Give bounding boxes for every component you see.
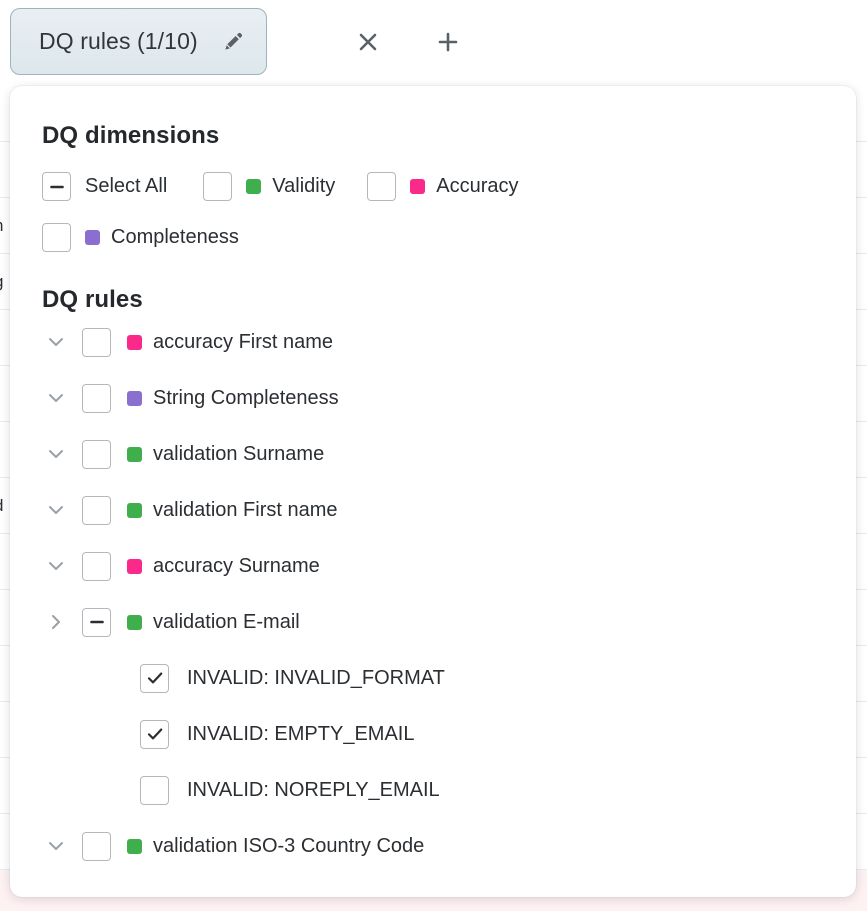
- rule-label: validation Surname: [153, 443, 324, 466]
- rule-expand-toggle[interactable]: [42, 835, 70, 857]
- chevron-down-icon: [45, 443, 67, 465]
- chevron-down-icon: [45, 499, 67, 521]
- rule-checkbox[interactable]: [82, 384, 111, 413]
- rule-label: accuracy First name: [153, 331, 333, 354]
- plus-icon: [436, 30, 460, 54]
- chevron-down-icon: [45, 835, 67, 857]
- rule-checkbox[interactable]: [82, 328, 111, 357]
- dimension-completeness[interactable]: Completeness: [42, 223, 239, 252]
- dimension-color-swatch: [246, 179, 261, 194]
- dimension-label: Completeness: [111, 226, 239, 249]
- rule-expand-toggle[interactable]: [42, 611, 70, 633]
- dq-filter-popover: DQ dimensions Select All Validity Accuracy…: [10, 86, 856, 897]
- rule-expand-toggle[interactable]: [42, 387, 70, 409]
- rule-color-swatch: [127, 503, 142, 518]
- dimension-label: Accuracy: [436, 175, 518, 198]
- check-icon: [145, 668, 165, 688]
- app-root: RRnNg3RSJdS/ DQ rules (1/10): [0, 0, 867, 911]
- dq-dimensions-title: DQ dimensions: [42, 122, 824, 150]
- rule-expand-toggle[interactable]: [42, 331, 70, 353]
- rule-color-swatch: [127, 335, 142, 350]
- dimension-checkbox[interactable]: [42, 172, 71, 201]
- dimension-checkbox[interactable]: [42, 223, 71, 252]
- dash-icon: [47, 177, 67, 197]
- rule-expand-toggle[interactable]: [42, 499, 70, 521]
- rule-row-validation-e-mail[interactable]: validation E-mail: [42, 594, 824, 650]
- rule-color-swatch: [127, 391, 142, 406]
- rule-child-row-invalid-noreply-email[interactable]: INVALID: NOREPLY_EMAIL: [42, 762, 824, 818]
- dq-dimension-row: Completeness: [42, 223, 824, 252]
- rule-child-label: INVALID: INVALID_FORMAT: [187, 667, 445, 690]
- rule-label: validation First name: [153, 499, 338, 522]
- rule-checkbox[interactable]: [82, 496, 111, 525]
- rule-label: validation ISO-3 Country Code: [153, 835, 424, 858]
- rule-child-label: INVALID: NOREPLY_EMAIL: [187, 779, 440, 802]
- chevron-down-icon: [45, 555, 67, 577]
- rule-color-swatch: [127, 839, 142, 854]
- dimension-checkbox[interactable]: [367, 172, 396, 201]
- close-icon: [357, 31, 379, 53]
- rule-child-row-invalid-invalid-format[interactable]: INVALID: INVALID_FORMAT: [42, 650, 824, 706]
- rule-checkbox[interactable]: [82, 608, 111, 637]
- chevron-down-icon: [45, 387, 67, 409]
- check-icon: [145, 724, 165, 744]
- rule-checkbox[interactable]: [82, 832, 111, 861]
- rule-label: validation E-mail: [153, 611, 300, 634]
- pencil-icon[interactable]: [218, 27, 248, 57]
- rule-row-validation-iso-3-country-code[interactable]: validation ISO-3 Country Code: [42, 818, 824, 874]
- rule-row-accuracy-surname[interactable]: accuracy Surname: [42, 538, 824, 594]
- chevron-right-icon: [45, 611, 67, 633]
- dimension-select-all[interactable]: Select All: [42, 172, 167, 201]
- rule-child-label: INVALID: EMPTY_EMAIL: [187, 723, 414, 746]
- tab-dq-rules[interactable]: DQ rules (1/10): [10, 8, 267, 75]
- dq-rules-list: accuracy First name String Completeness va…: [42, 314, 824, 874]
- tab-strip: DQ rules (1/10): [0, 0, 867, 86]
- rule-row-validation-first-name[interactable]: validation First name: [42, 482, 824, 538]
- dash-icon: [87, 612, 107, 632]
- rule-child-row-invalid-empty-email[interactable]: INVALID: EMPTY_EMAIL: [42, 706, 824, 762]
- rule-child-checkbox[interactable]: [140, 776, 169, 805]
- dq-dimensions-group: Select All Validity Accuracy Completeness: [42, 172, 824, 252]
- dimension-label: Validity: [272, 175, 335, 198]
- rule-checkbox[interactable]: [82, 552, 111, 581]
- tab-label: DQ rules (1/10): [39, 28, 198, 55]
- dq-dimension-row: Select All Validity Accuracy: [42, 172, 824, 201]
- dimension-validity[interactable]: Validity: [203, 172, 335, 201]
- add-tab-button[interactable]: [428, 22, 468, 62]
- dimension-color-swatch: [85, 230, 100, 245]
- rule-child-checkbox[interactable]: [140, 664, 169, 693]
- rule-label: accuracy Surname: [153, 555, 320, 578]
- rule-color-swatch: [127, 559, 142, 574]
- rule-row-validation-surname[interactable]: validation Surname: [42, 426, 824, 482]
- rule-label: String Completeness: [153, 387, 339, 410]
- rule-row-accuracy-first-name[interactable]: accuracy First name: [42, 314, 824, 370]
- dimension-color-swatch: [410, 179, 425, 194]
- rule-expand-toggle[interactable]: [42, 443, 70, 465]
- dimension-accuracy[interactable]: Accuracy: [367, 172, 518, 201]
- dimension-label: Select All: [85, 175, 167, 198]
- dq-rules-title: DQ rules: [42, 286, 824, 314]
- rule-color-swatch: [127, 615, 142, 630]
- rule-expand-toggle[interactable]: [42, 555, 70, 577]
- rule-row-string-completeness[interactable]: String Completeness: [42, 370, 824, 426]
- close-tab-button[interactable]: [348, 22, 388, 62]
- rule-child-checkbox[interactable]: [140, 720, 169, 749]
- dimension-checkbox[interactable]: [203, 172, 232, 201]
- rule-checkbox[interactable]: [82, 440, 111, 469]
- chevron-down-icon: [45, 331, 67, 353]
- rule-color-swatch: [127, 447, 142, 462]
